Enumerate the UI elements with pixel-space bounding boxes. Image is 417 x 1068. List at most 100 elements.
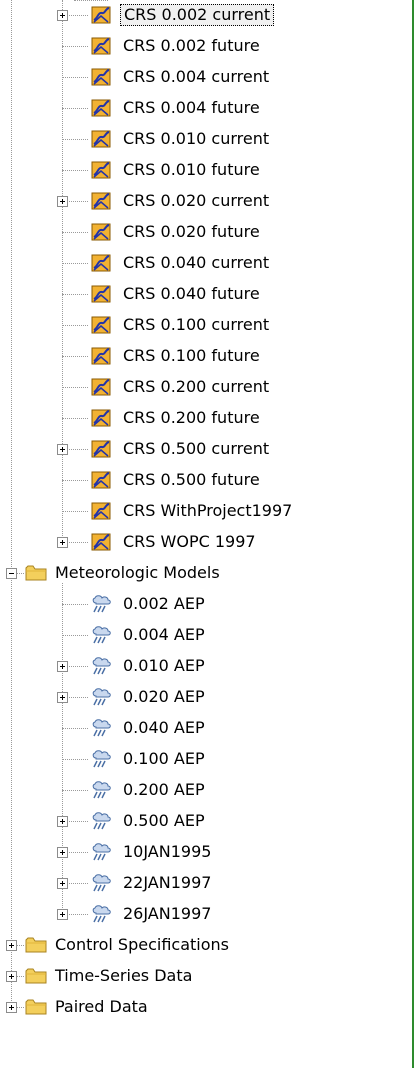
basin-model-icon [88,500,114,522]
basin-model-icon [88,128,114,150]
basin-model-item-label[interactable]: CRS WOPC 1997 [120,531,259,553]
basin-model-icon [88,4,114,26]
meteorologic-model-icon [88,748,114,770]
meteorologic-model-item-label[interactable]: 0.004 AEP [120,624,208,646]
tree-connector-meteorologic [62,583,63,914]
basin-model-item-label[interactable]: CRS 0.040 current [120,252,272,274]
folder-paired-data-label[interactable]: Paired Data [52,996,151,1018]
basin-model-icon [88,66,114,88]
tree-connector [62,139,88,140]
basin-model-item-label[interactable]: CRS 0.002 current [120,4,275,26]
basin-model-item-label[interactable]: CRS 0.010 current [120,128,272,150]
tree-connector [62,263,88,264]
tree-connector [62,480,88,481]
meteorologic-model-icon [88,593,114,615]
basin-model-item-label[interactable]: CRS 0.020 current [120,190,272,212]
tree-connector [62,325,88,326]
meteorologic-model-item-label[interactable]: 26JAN1997 [120,903,214,925]
meteorologic-model-item-label[interactable]: 10JAN1995 [120,841,214,863]
tree-connector-root [11,0,12,1007]
tree-connector [62,511,88,512]
folder-icon [24,996,50,1018]
basin-model-icon [88,35,114,57]
expand-toggle[interactable] [57,878,68,889]
meteorologic-model-icon [88,717,114,739]
meteorologic-model-item-label[interactable]: 0.040 AEP [120,717,208,739]
basin-model-icon [88,469,114,491]
basin-model-icon [88,345,114,367]
expand-toggle[interactable] [57,196,68,207]
meteorologic-model-item-label[interactable]: 0.200 AEP [120,779,208,801]
basin-model-item-label[interactable]: CRS 0.002 future [120,35,263,57]
expand-toggle[interactable] [6,971,17,982]
tree-connector [62,790,88,791]
basin-model-icon [88,407,114,429]
basin-model-item-label[interactable]: CRS 0.200 future [120,407,263,429]
meteorologic-model-icon [88,624,114,646]
tree-connector [62,635,88,636]
meteorologic-model-item-label[interactable]: 22JAN1997 [120,872,214,894]
folder-control-specifications-label[interactable]: Control Specifications [52,934,232,956]
basin-model-item-label[interactable]: CRS 0.200 current [120,376,272,398]
tree-connector [62,356,88,357]
basin-model-item-label[interactable]: CRS WithProject1997 [120,500,295,522]
basin-model-item-label[interactable]: CRS 0.500 future [120,469,263,491]
meteorologic-model-icon [88,841,114,863]
basin-model-item-label[interactable]: CRS 0.004 future [120,97,263,119]
tree-connector [62,728,88,729]
basin-model-icon [88,221,114,243]
expand-toggle[interactable] [57,661,68,672]
meteorologic-model-icon [88,779,114,801]
basin-model-icon [88,97,114,119]
expand-toggle[interactable] [57,692,68,703]
meteorologic-model-item-label[interactable]: 0.500 AEP [120,810,208,832]
folder-icon [24,965,50,987]
folder-icon [24,562,50,584]
basin-model-item-label[interactable]: CRS 0.040 future [120,283,263,305]
tree-connector [62,170,88,171]
expand-toggle[interactable] [6,1002,17,1013]
meteorologic-model-item-label[interactable]: 0.020 AEP [120,686,208,708]
tree-connector [62,294,88,295]
meteorologic-model-icon [88,903,114,925]
tree-connector [62,46,88,47]
basin-model-item-label[interactable]: CRS 0.100 future [120,345,263,367]
tree-connector [62,232,88,233]
tree-connector-basin [62,0,63,542]
tree-connector [62,387,88,388]
basin-model-icon [88,159,114,181]
tree-connector [62,418,88,419]
basin-model-icon [88,314,114,336]
basin-model-icon [88,283,114,305]
folder-icon [24,934,50,956]
basin-model-item-label[interactable]: CRS 0.004 current [120,66,272,88]
meteorologic-model-icon [88,686,114,708]
basin-model-icon [88,190,114,212]
meteorologic-model-icon [88,810,114,832]
basin-model-item-label[interactable]: CRS 0.010 future [120,159,263,181]
folder-meteorologic-models-label[interactable]: Meteorologic Models [52,562,223,584]
basin-model-item-label[interactable]: CRS 0.100 current [120,314,272,336]
meteorologic-model-item-label[interactable]: 0.010 AEP [120,655,208,677]
expand-toggle[interactable] [57,847,68,858]
basin-model-item-label[interactable]: CRS 0.500 current [120,438,272,460]
basin-model-icon [88,252,114,274]
collapse-toggle[interactable] [6,568,17,579]
basin-model-icon [88,531,114,553]
meteorologic-model-icon [88,872,114,894]
basin-model-icon [88,438,114,460]
basin-model-item-label[interactable]: CRS 0.020 future [120,221,263,243]
expand-toggle[interactable] [57,537,68,548]
tree-connector [62,759,88,760]
tree-connector [62,77,88,78]
folder-time-series-data-label[interactable]: Time-Series Data [52,965,195,987]
tree-connector [62,108,88,109]
expand-toggle[interactable] [6,940,17,951]
meteorologic-model-item-label[interactable]: 0.002 AEP [120,593,208,615]
expand-toggle[interactable] [57,444,68,455]
expand-toggle[interactable] [57,10,68,21]
expand-toggle[interactable] [57,816,68,827]
meteorologic-model-item-label[interactable]: 0.100 AEP [120,748,208,770]
expand-toggle[interactable] [57,909,68,920]
basin-model-icon [88,376,114,398]
